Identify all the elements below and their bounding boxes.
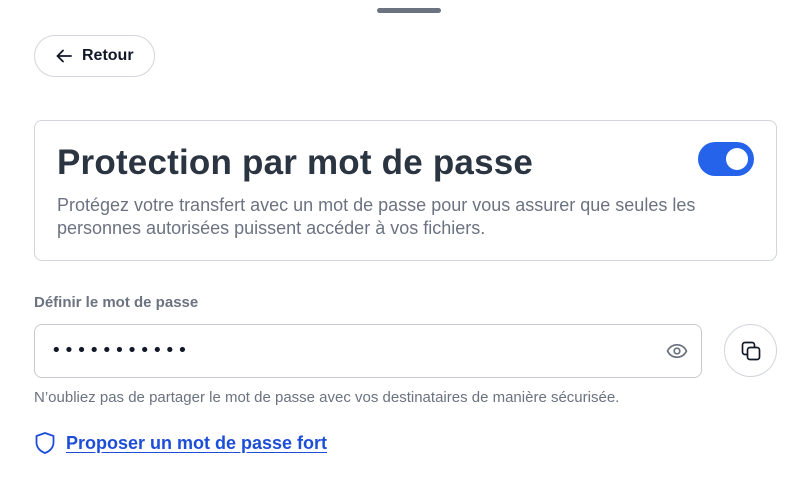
toggle-knob <box>726 148 748 170</box>
password-input[interactable] <box>51 325 651 376</box>
suggest-strong-password-link[interactable]: Proposer un mot de passe fort <box>34 431 327 455</box>
back-button[interactable]: Retour <box>34 35 155 77</box>
copy-password-button[interactable] <box>724 324 777 377</box>
drag-handle[interactable] <box>377 8 441 13</box>
protection-description: Protégez votre transfert avec un mot de … <box>57 195 696 238</box>
eye-icon <box>666 343 688 359</box>
show-password-button[interactable] <box>665 339 689 363</box>
arrow-left-icon <box>55 47 73 65</box>
password-helper-text: N’oubliez pas de partager le mot de pass… <box>34 389 620 406</box>
password-protection-panel: Retour Protection par mot de passe Proté… <box>0 0 800 488</box>
suggest-link-label: Proposer un mot de passe fort <box>66 432 328 453</box>
copy-icon <box>740 340 762 362</box>
back-button-label: Retour <box>82 47 134 64</box>
protection-card: Protection par mot de passe Protégez vot… <box>34 120 777 261</box>
password-field-label: Définir le mot de passe <box>34 294 199 311</box>
protection-toggle[interactable] <box>698 142 754 176</box>
password-field-container <box>34 324 702 378</box>
protection-title: Protection par mot de passe <box>57 143 534 182</box>
shield-icon <box>34 431 56 455</box>
